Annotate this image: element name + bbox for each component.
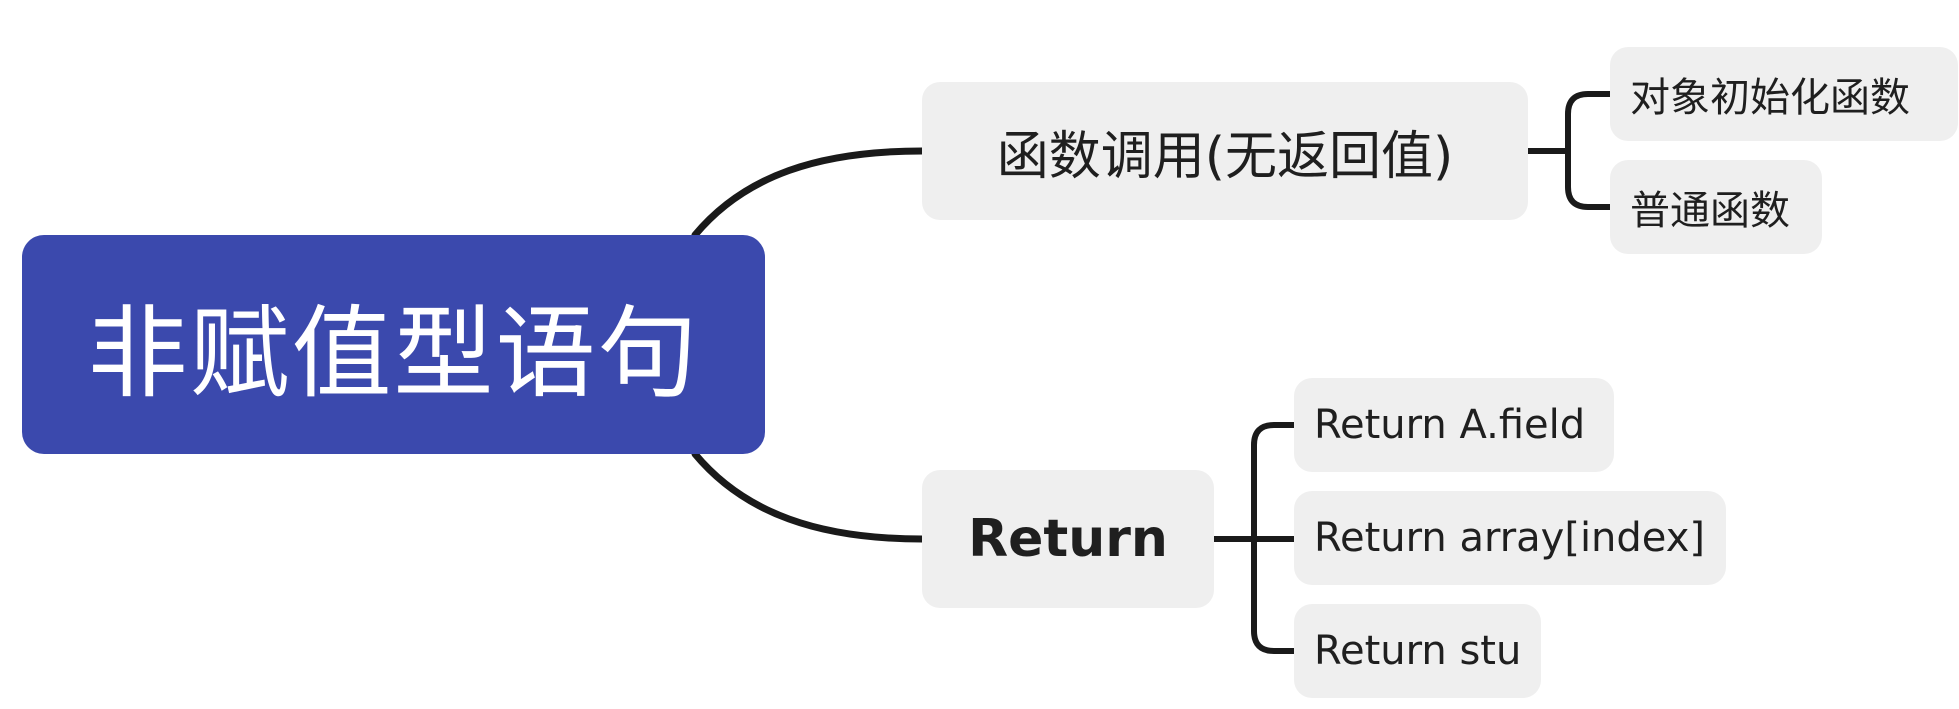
leaf-node-normal-function[interactable]: 普通函数 bbox=[1610, 160, 1822, 254]
branch-node-label: Return bbox=[968, 509, 1168, 569]
leaf-node-label: Return array[index] bbox=[1314, 515, 1705, 561]
branch-node-return[interactable]: Return bbox=[922, 470, 1214, 608]
leaf-node-object-init-function[interactable]: 对象初始化函数 bbox=[1610, 47, 1958, 141]
leaf-node-return-field[interactable]: Return A.field bbox=[1294, 378, 1614, 472]
connector-root-to-return bbox=[691, 450, 926, 543]
connector-function-call-bracket bbox=[1565, 91, 1613, 210]
root-node-label: 非赋值型语句 bbox=[87, 295, 700, 412]
leaf-node-label: 对象初始化函数 bbox=[1630, 75, 1910, 121]
leaf-node-return-array-index[interactable]: Return array[index] bbox=[1294, 491, 1726, 585]
root-node[interactable]: 非赋值型语句 bbox=[22, 235, 765, 454]
branch-node-function-call[interactable]: 函数调用(无返回值) bbox=[922, 82, 1528, 220]
leaf-node-label: Return A.field bbox=[1314, 402, 1586, 448]
leaf-node-label: Return stu bbox=[1314, 628, 1522, 674]
leaf-node-return-stu[interactable]: Return stu bbox=[1294, 604, 1541, 698]
branch-node-label: 函数调用(无返回值) bbox=[996, 126, 1454, 187]
connector-root-to-function-call bbox=[691, 147, 926, 239]
leaf-node-label: 普通函数 bbox=[1630, 188, 1790, 234]
